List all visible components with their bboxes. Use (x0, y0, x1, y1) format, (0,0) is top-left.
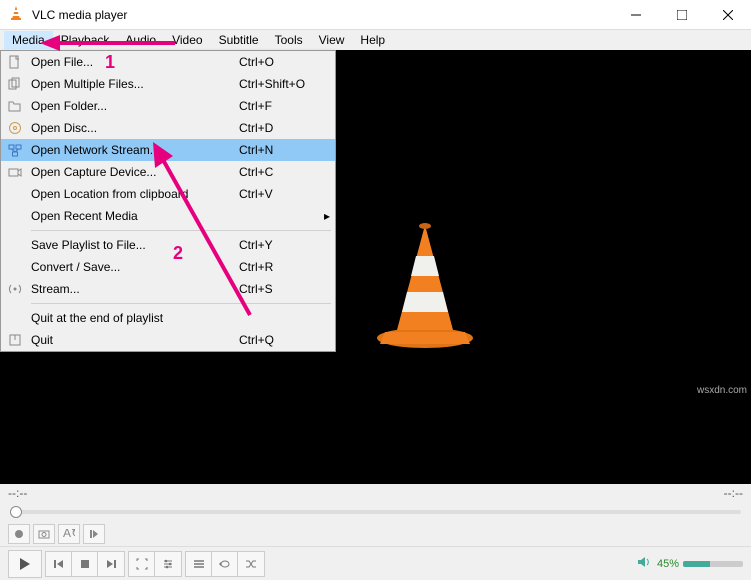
menu-stream[interactable]: Stream... Ctrl+S (1, 278, 335, 300)
folder-icon (1, 99, 29, 113)
menu-playback[interactable]: Playback (53, 31, 118, 49)
fullscreen-button[interactable] (129, 552, 155, 576)
menu-help[interactable]: Help (352, 31, 393, 49)
window-controls (613, 0, 751, 30)
vlc-cone-logo (370, 220, 480, 353)
menu-media[interactable]: Media (4, 31, 53, 49)
menu-open-folder[interactable]: Open Folder... Ctrl+F (1, 95, 335, 117)
nav-buttons (45, 551, 125, 577)
time-status-bar: --:-- --:-- (0, 484, 751, 502)
seek-knob[interactable] (10, 506, 22, 518)
file-icon (1, 55, 29, 69)
menu-separator (31, 303, 331, 304)
playlist-button[interactable] (186, 552, 212, 576)
menu-open-recent[interactable]: Open Recent Media ▸ (1, 205, 335, 227)
menu-label: Stream... (29, 282, 239, 296)
view-buttons (128, 551, 182, 577)
menu-shortcut: Ctrl+Q (239, 333, 335, 347)
time-total: --:-- (724, 486, 743, 500)
menu-shortcut: Ctrl+N (239, 143, 335, 157)
snapshot-button[interactable] (33, 524, 55, 544)
menu-convert-save[interactable]: Convert / Save... Ctrl+R (1, 256, 335, 278)
menu-shortcut: Ctrl+D (239, 121, 335, 135)
shuffle-button[interactable] (238, 552, 264, 576)
menu-bar: Media Playback Audio Video Subtitle Tool… (0, 30, 751, 50)
menu-label: Open File... (29, 55, 239, 69)
seek-track[interactable] (10, 510, 741, 514)
annotation-label-2: 2 (173, 243, 183, 264)
menu-separator (31, 230, 331, 231)
menu-open-capture[interactable]: Open Capture Device... Ctrl+C (1, 161, 335, 183)
prev-button[interactable] (46, 552, 72, 576)
volume-percent: 45% (657, 558, 679, 570)
menu-quit[interactable]: Quit Ctrl+Q (1, 329, 335, 351)
menu-label: Open Network Stream... (29, 143, 239, 157)
play-button[interactable] (8, 550, 42, 578)
menu-view[interactable]: View (311, 31, 353, 49)
network-icon (1, 143, 29, 157)
seek-bar[interactable] (0, 502, 751, 522)
menu-quit-end-playlist[interactable]: Quit at the end of playlist (1, 307, 335, 329)
menu-shortcut: Ctrl+F (239, 99, 335, 113)
atob-loop-button[interactable]: A↻ (58, 524, 80, 544)
record-button[interactable] (8, 524, 30, 544)
menu-label: Quit at the end of playlist (29, 311, 239, 325)
menu-shortcut: Ctrl+O (239, 55, 335, 69)
menu-label: Open Disc... (29, 121, 239, 135)
quit-icon (1, 333, 29, 347)
time-elapsed: --:-- (8, 486, 27, 500)
menu-label: Open Location from clipboard (29, 187, 239, 201)
minimize-button[interactable] (613, 0, 659, 30)
files-icon (1, 77, 29, 91)
window-title: VLC media player (32, 8, 613, 22)
main-controls: 45% (0, 546, 751, 580)
ext-settings-button[interactable] (155, 552, 181, 576)
close-button[interactable] (705, 0, 751, 30)
menu-subtitle[interactable]: Subtitle (211, 31, 267, 49)
watermark: wsxdn.com (697, 385, 747, 396)
menu-tools[interactable]: Tools (267, 31, 311, 49)
stop-button[interactable] (72, 552, 98, 576)
menu-open-disc[interactable]: Open Disc... Ctrl+D (1, 117, 335, 139)
menu-shortcut: Ctrl+R (239, 260, 335, 274)
speaker-icon[interactable] (637, 555, 653, 572)
menu-shortcut: Ctrl+S (239, 282, 335, 296)
menu-open-clipboard[interactable]: Open Location from clipboard Ctrl+V (1, 183, 335, 205)
menu-shortcut: Ctrl+Shift+O (239, 77, 335, 91)
menu-shortcut: Ctrl+C (239, 165, 335, 179)
stream-icon (1, 282, 29, 296)
svg-text:A↻: A↻ (63, 529, 75, 539)
volume-slider[interactable] (683, 561, 743, 567)
menu-label: Open Multiple Files... (29, 77, 239, 91)
secondary-controls: A↻ (0, 522, 751, 546)
submenu-arrow-icon: ▸ (319, 209, 335, 223)
maximize-button[interactable] (659, 0, 705, 30)
menu-open-network-stream[interactable]: Open Network Stream... Ctrl+N (1, 139, 335, 161)
media-menu-dropdown: Open File... Ctrl+O Open Multiple Files.… (0, 50, 336, 352)
menu-save-playlist[interactable]: Save Playlist to File... Ctrl+Y (1, 234, 335, 256)
menu-label: Open Folder... (29, 99, 239, 113)
loop-button[interactable] (212, 552, 238, 576)
frame-step-button[interactable] (83, 524, 105, 544)
app-icon (8, 5, 24, 24)
volume-control: 45% (637, 555, 743, 572)
menu-audio[interactable]: Audio (117, 31, 164, 49)
menu-label: Quit (29, 333, 239, 347)
menu-shortcut: Ctrl+Y (239, 238, 335, 252)
menu-label: Open Capture Device... (29, 165, 239, 179)
menu-label: Save Playlist to File... (29, 238, 239, 252)
playlist-buttons (185, 551, 265, 577)
menu-open-multiple[interactable]: Open Multiple Files... Ctrl+Shift+O (1, 73, 335, 95)
menu-open-file[interactable]: Open File... Ctrl+O (1, 51, 335, 73)
capture-icon (1, 165, 29, 179)
menu-shortcut: Ctrl+V (239, 187, 335, 201)
menu-label: Convert / Save... (29, 260, 239, 274)
next-button[interactable] (98, 552, 124, 576)
title-bar: VLC media player (0, 0, 751, 30)
menu-video[interactable]: Video (164, 31, 210, 49)
menu-label: Open Recent Media (29, 209, 223, 223)
disc-icon (1, 121, 29, 135)
annotation-label-1: 1 (105, 52, 115, 73)
